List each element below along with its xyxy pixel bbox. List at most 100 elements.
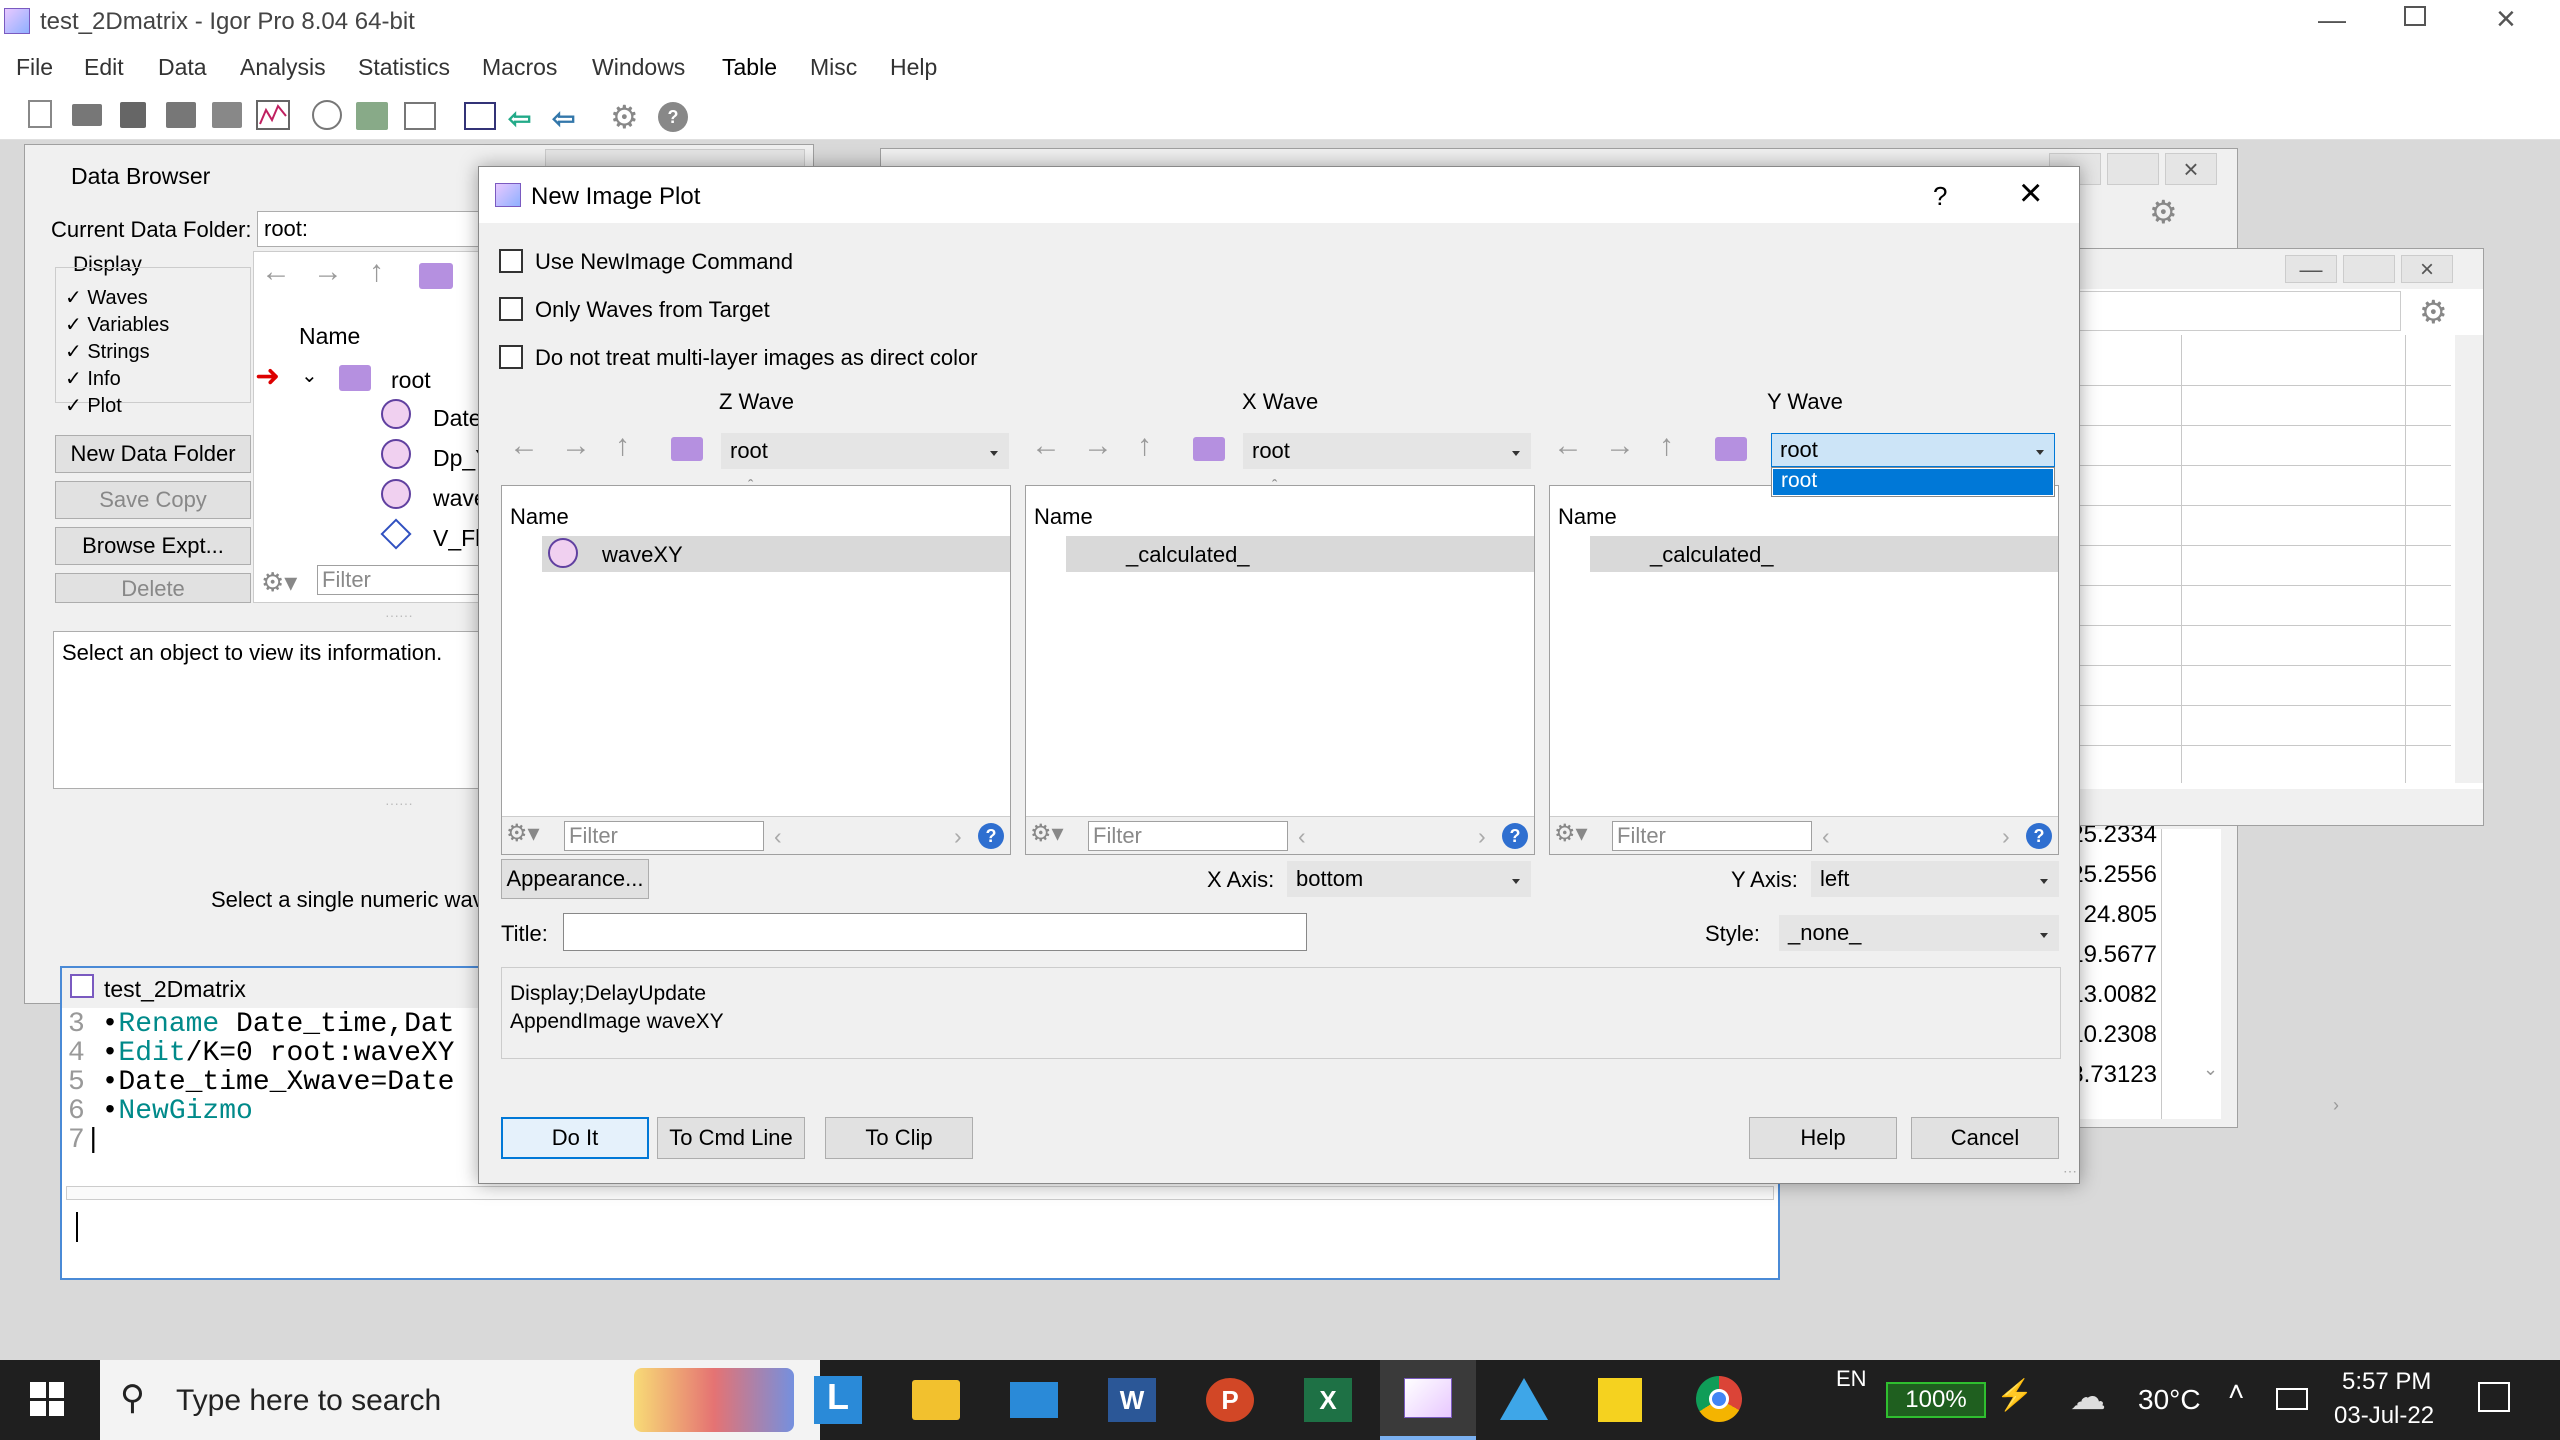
scroll-right-icon[interactable]: ›: [2002, 823, 2010, 850]
save-icon[interactable]: [120, 102, 146, 128]
cancel-button[interactable]: Cancel: [1911, 1117, 2059, 1159]
y-axis-select[interactable]: left: [1811, 861, 2059, 897]
x-up-arrow-icon[interactable]: ↑: [1137, 429, 1152, 463]
menu-statistics[interactable]: Statistics: [358, 54, 450, 81]
close-icon[interactable]: ×: [2165, 153, 2217, 185]
gear-icon[interactable]: ⚙▾: [506, 819, 540, 848]
x-set-folder-icon[interactable]: [1193, 437, 1225, 461]
z-forward-arrow-icon[interactable]: →: [561, 429, 591, 463]
z-filter-input[interactable]: Filter: [564, 821, 764, 851]
sticky-notes-icon[interactable]: [1598, 1378, 1642, 1422]
expand-chevron-icon[interactable]: ⌄: [301, 363, 318, 388]
minimize-icon[interactable]: —: [2285, 255, 2337, 283]
arrow-left-green-icon[interactable]: ⇦: [508, 102, 542, 134]
help-button[interactable]: Help: [1749, 1117, 1897, 1159]
menu-misc[interactable]: Misc: [810, 54, 857, 81]
y-up-arrow-icon[interactable]: ↑: [1659, 429, 1674, 463]
set-folder-icon[interactable]: [419, 263, 453, 289]
gear-icon[interactable]: ⚙: [610, 98, 639, 136]
start-windows-icon[interactable]: [30, 1382, 64, 1416]
scroll-left-icon[interactable]: ‹: [1298, 823, 1306, 850]
file-explorer-icon[interactable]: [912, 1380, 960, 1420]
help-icon[interactable]: ?: [1502, 823, 1528, 849]
to-cmd-line-button[interactable]: To Cmd Line: [657, 1117, 805, 1159]
vertical-scrollbar[interactable]: [2455, 335, 2483, 783]
language-indicator[interactable]: EN: [1836, 1366, 1867, 1392]
menu-file[interactable]: File: [16, 54, 53, 81]
tree-root[interactable]: root: [391, 367, 431, 394]
help-icon[interactable]: ?: [978, 823, 1004, 849]
arrow-left-blue-icon[interactable]: ⇦: [552, 102, 586, 134]
x-filter-input[interactable]: Filter: [1088, 821, 1288, 851]
close-icon[interactable]: ×: [2401, 255, 2453, 283]
restore-icon[interactable]: [2404, 6, 2426, 26]
y-forward-arrow-icon[interactable]: →: [1605, 429, 1635, 463]
scroll-right-icon[interactable]: ›: [2333, 1095, 2339, 1116]
use-newimage-checkbox[interactable]: [499, 249, 523, 273]
clock-time[interactable]: 5:57 PM: [2342, 1368, 2431, 1396]
menu-edit[interactable]: Edit: [84, 54, 124, 81]
do-it-button[interactable]: Do It: [501, 1117, 649, 1159]
drive-icon[interactable]: [1500, 1378, 1548, 1420]
chrome-icon[interactable]: [1696, 1376, 1742, 1422]
gear-icon[interactable]: ⚙: [2149, 193, 2178, 231]
weather-temp[interactable]: 30°C: [2138, 1384, 2201, 1416]
menu-table[interactable]: Table: [722, 54, 777, 81]
x-folder-select[interactable]: root: [1243, 433, 1531, 469]
gear-icon[interactable]: ⚙▾: [261, 567, 297, 598]
style-select[interactable]: _none_: [1779, 915, 2059, 951]
word-icon[interactable]: W: [1108, 1378, 1156, 1422]
new-data-folder-button[interactable]: New Data Folder: [55, 435, 251, 473]
forward-arrow-icon[interactable]: →: [313, 255, 343, 289]
z-list-item-waveXY[interactable]: waveXY: [542, 536, 1010, 572]
gear-icon[interactable]: ⚙▾: [1030, 819, 1064, 848]
chevron-up-icon[interactable]: ˄: [2228, 1376, 2244, 1408]
scroll-down-icon[interactable]: ⌄: [2203, 1059, 2218, 1080]
page-setup-icon[interactable]: [212, 102, 242, 128]
notebook-icon[interactable]: [356, 102, 388, 130]
delete-button[interactable]: Delete: [55, 573, 251, 603]
help-icon[interactable]: ?: [658, 102, 688, 132]
mail-icon[interactable]: [1010, 1382, 1058, 1418]
print-icon[interactable]: [166, 102, 196, 128]
z-folder-select[interactable]: root: [721, 433, 1009, 469]
scroll-right-icon[interactable]: ›: [954, 823, 962, 850]
x-wave-list[interactable]: ˆ Name _calculated_ ⚙▾ Filter ‹ › ?: [1025, 478, 1535, 855]
restore-icon[interactable]: [2107, 153, 2159, 185]
up-arrow-icon[interactable]: ↑: [369, 255, 384, 289]
menu-data[interactable]: Data: [158, 54, 207, 81]
display-item-info[interactable]: ✓ Info: [65, 366, 121, 390]
horizontal-scrollbar[interactable]: [2061, 789, 2483, 825]
entry-line[interactable]: [2061, 291, 2401, 331]
menu-macros[interactable]: Macros: [482, 54, 557, 81]
save-copy-button[interactable]: Save Copy: [55, 481, 251, 519]
help-question-icon[interactable]: ?: [1933, 181, 1947, 212]
gear-icon[interactable]: ⚙▾: [1554, 819, 1588, 848]
history-splitter[interactable]: [66, 1186, 1774, 1200]
only-waves-checkbox[interactable]: [499, 297, 523, 321]
scroll-left-icon[interactable]: ‹: [1822, 823, 1830, 850]
x-back-arrow-icon[interactable]: ←: [1031, 429, 1061, 463]
display-item-plot[interactable]: ✓ Plot: [65, 393, 122, 413]
window-arrange-icon[interactable]: [464, 102, 496, 130]
filter-input[interactable]: Filter: [317, 565, 503, 595]
z-back-arrow-icon[interactable]: ←: [509, 429, 539, 463]
graph-icon[interactable]: [256, 100, 290, 130]
close-icon[interactable]: ×: [2496, 0, 2516, 39]
multi-layer-checkbox[interactable]: [499, 345, 523, 369]
z-wave-list[interactable]: ˆ Name waveXY ⚙▾ Filter ‹ › ?: [501, 478, 1011, 855]
y-filter-input[interactable]: Filter: [1612, 821, 1812, 851]
menu-windows[interactable]: Windows: [592, 54, 685, 81]
help-icon[interactable]: ?: [2026, 823, 2052, 849]
restore-icon[interactable]: [2343, 255, 2395, 283]
display-item-strings[interactable]: ✓ Strings: [65, 339, 150, 363]
network-icon[interactable]: [2276, 1388, 2308, 1410]
gear-icon[interactable]: ⚙: [2419, 293, 2448, 331]
battery-indicator[interactable]: 100%: [1886, 1382, 1986, 1418]
menu-analysis[interactable]: Analysis: [240, 54, 326, 81]
y-folder-select[interactable]: root: [1771, 433, 2055, 467]
splitter[interactable]: ······: [385, 607, 413, 623]
appearance-button[interactable]: Appearance...: [501, 859, 649, 899]
open-icon[interactable]: [72, 104, 102, 126]
x-forward-arrow-icon[interactable]: →: [1083, 429, 1113, 463]
